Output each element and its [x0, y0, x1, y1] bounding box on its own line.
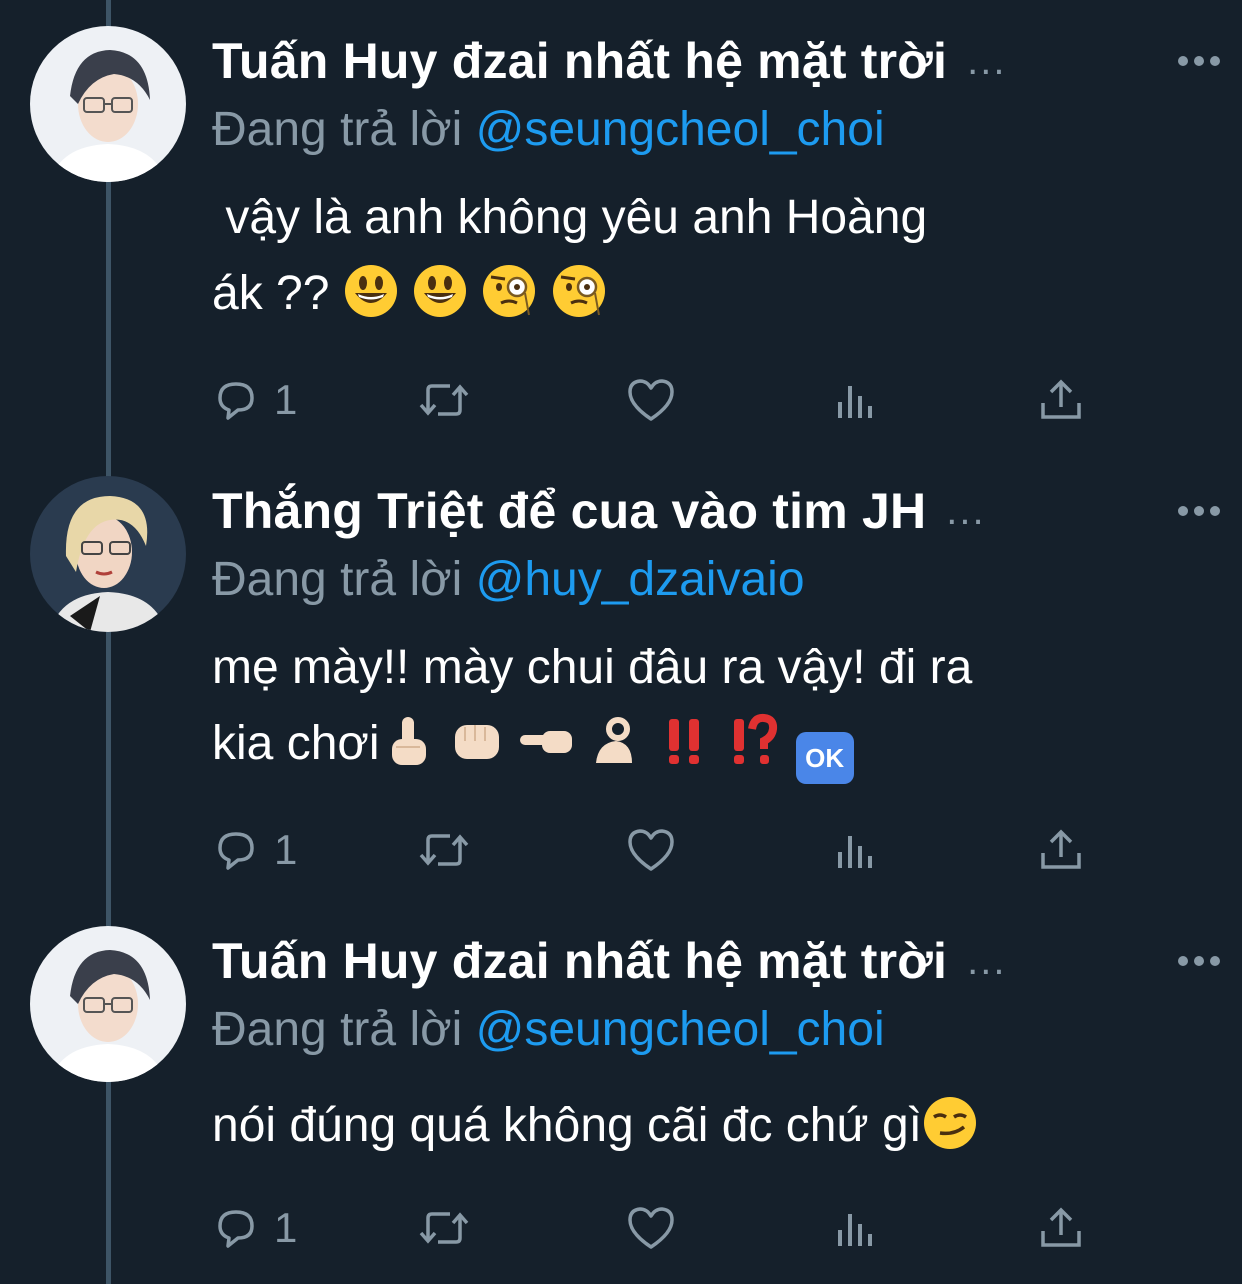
reply-icon: [218, 382, 254, 420]
tweet-header: Thắng Triệt để cua vào tim JH ...: [212, 476, 1222, 546]
tweet-actions: 1: [212, 370, 1112, 430]
display-name[interactable]: Tuấn Huy đzai nhất hệ mặt trời: [212, 932, 947, 990]
analytics-button[interactable]: [834, 1198, 878, 1258]
share-icon: [1041, 379, 1081, 419]
tweet-text-segment: kia chơi: [212, 717, 380, 770]
analytics-button[interactable]: [834, 370, 878, 430]
replying-to: Đang trả lời @huy_dzaivaio: [212, 552, 805, 607]
double-exclamation-icon: [668, 719, 699, 764]
reply-handle-link[interactable]: @seungcheol_choi: [476, 1003, 885, 1056]
tweet-text-segment: nói đúng quá không cãi đc chứ gì: [212, 1099, 922, 1152]
replying-to: Đang trả lời @seungcheol_choi: [212, 102, 885, 157]
replying-to: Đang trả lời @seungcheol_choi: [212, 1002, 885, 1057]
smiling-face-icon: [414, 265, 467, 317]
retweet-button[interactable]: [416, 820, 472, 880]
thread-connector-line: [106, 0, 111, 1284]
share-button[interactable]: [1038, 370, 1084, 430]
retweet-icon: [419, 834, 469, 866]
analytics-icon: [838, 386, 872, 418]
exclamation-question-icon: [734, 713, 778, 764]
replying-to-label: Đang trả lời: [212, 553, 463, 606]
reply-icon: [218, 832, 254, 870]
reply-button[interactable]: 1: [212, 820, 297, 880]
reply-button[interactable]: 1: [212, 1198, 297, 1258]
reply-count: 1: [274, 1204, 298, 1251]
retweet-icon: [419, 1212, 469, 1244]
tweet-text-segment: ák ??: [212, 267, 330, 320]
more-options-button[interactable]: [1174, 476, 1224, 546]
backhand-index-pointing-left-icon: [520, 731, 573, 753]
more-icon: [1178, 56, 1220, 66]
reply-handle-link[interactable]: @huy_dzaivaio: [476, 553, 805, 606]
reply-count: 1: [274, 826, 298, 873]
ok-button-icon: OK: [795, 732, 854, 784]
share-button[interactable]: [1038, 820, 1084, 880]
replying-to-label: Đang trả lời: [212, 103, 463, 156]
like-button[interactable]: [626, 1198, 676, 1258]
heart-icon: [628, 829, 674, 871]
avatar[interactable]: [30, 26, 186, 182]
avatar[interactable]: [30, 926, 186, 1082]
tweet-actions: 1: [212, 1198, 1112, 1258]
more-icon: [1178, 506, 1220, 516]
heart-icon: [628, 1207, 674, 1249]
analytics-icon: [838, 836, 872, 868]
tweet-text-line: vậy là anh không yêu anh Hoàng: [212, 191, 928, 244]
oncoming-fist-icon: [454, 725, 499, 759]
name-truncation: ...: [946, 488, 986, 533]
analytics-button[interactable]: [834, 820, 878, 880]
ok-hand-icon: [595, 717, 632, 763]
reply-handle-link[interactable]: @seungcheol_choi: [476, 103, 885, 156]
reply-button[interactable]: 1: [212, 370, 297, 430]
index-pointing-up-icon: [391, 717, 426, 765]
tweet-actions: 1: [212, 820, 1112, 880]
avatar[interactable]: [30, 476, 186, 632]
like-button[interactable]: [626, 820, 676, 880]
face-with-monocle-icon: [483, 265, 536, 317]
display-name[interactable]: Tuấn Huy đzai nhất hệ mặt trời: [212, 32, 947, 90]
tweet-text-line: ák ??: [212, 256, 1192, 332]
name-truncation: ...: [967, 938, 1007, 983]
heart-icon: [628, 379, 674, 421]
share-icon: [1041, 1207, 1081, 1247]
tweet-text-line: kia chơi OK: [212, 706, 1192, 784]
replying-to-label: Đang trả lời: [212, 1003, 463, 1056]
analytics-icon: [838, 1214, 872, 1246]
retweet-button[interactable]: [416, 1198, 472, 1258]
like-button[interactable]: [626, 370, 676, 430]
reply-icon: [218, 1210, 254, 1248]
name-truncation: ...: [967, 38, 1007, 83]
more-icon: [1178, 956, 1220, 966]
face-with-monocle-icon: [552, 265, 605, 317]
share-button[interactable]: [1038, 1198, 1084, 1258]
reply-count: 1: [274, 376, 298, 423]
tweet-header: Tuấn Huy đzai nhất hệ mặt trời ...: [212, 26, 1222, 96]
tweet-text: mẹ mày!! mày chui đâu ra vậy! đi ra kia …: [212, 630, 1192, 784]
share-icon: [1041, 829, 1081, 869]
retweet-button[interactable]: [416, 370, 472, 430]
tweet-text: vậy là anh không yêu anh Hoàng ák ??: [212, 180, 1192, 332]
tweet-text-line: nói đúng quá không cãi đc chứ gì: [212, 1088, 1192, 1164]
tweet-text-line: mẹ mày!! mày chui đâu ra vậy! đi ra: [212, 641, 973, 694]
more-options-button[interactable]: [1174, 26, 1224, 96]
display-name[interactable]: Thắng Triệt để cua vào tim JH: [212, 482, 926, 540]
retweet-icon: [419, 384, 469, 416]
smirking-face-icon: [923, 1097, 976, 1149]
more-options-button[interactable]: [1174, 926, 1224, 996]
tweet-header: Tuấn Huy đzai nhất hệ mặt trời ...: [212, 926, 1222, 996]
tweet-text: nói đúng quá không cãi đc chứ gì: [212, 1088, 1192, 1164]
smiling-face-icon: [344, 265, 397, 317]
